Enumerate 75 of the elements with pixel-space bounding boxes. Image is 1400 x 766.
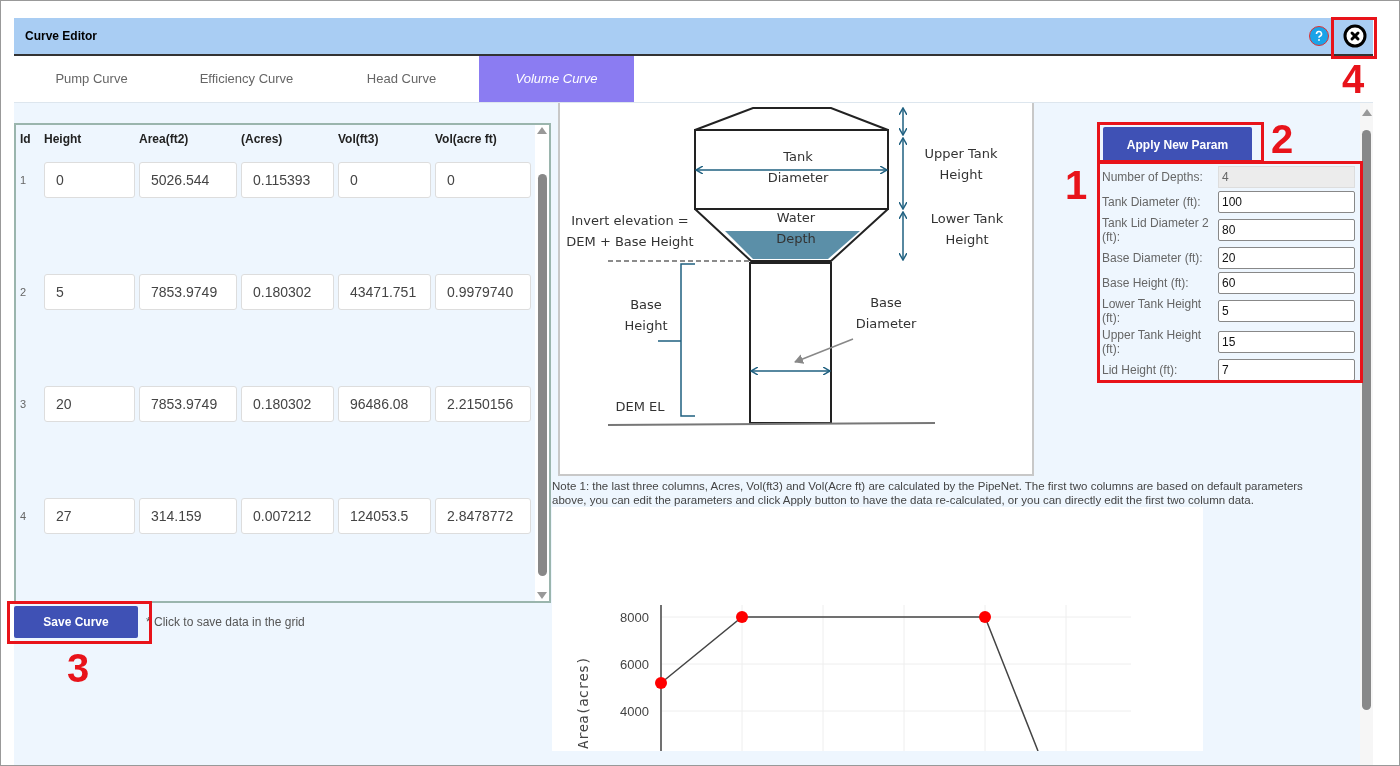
param-label: Tank Lid Diameter 2 (ft): [1102, 216, 1210, 244]
y-tick-label: 6000 [620, 657, 649, 672]
help-icon[interactable] [1309, 26, 1329, 46]
param-input[interactable]: 5 [1218, 300, 1355, 322]
cell-input[interactable]: 2.8478772 [435, 498, 531, 534]
param-label: Base Diameter (ft): [1102, 251, 1204, 265]
row-id: 1 [19, 173, 28, 188]
param-label: Tank Diameter (ft): [1102, 195, 1202, 209]
diagram-label: Base Height [624, 297, 668, 333]
param-input[interactable]: 60 [1218, 272, 1355, 294]
pointer-arrow [794, 338, 854, 364]
diagram-label: DEM EL [615, 399, 665, 414]
data-point [979, 611, 991, 623]
param-label: Lower Tank Height (ft): [1102, 297, 1203, 325]
annotation-number: 4 [1342, 57, 1365, 101]
diagram-label: Invert elevation = DEM + Base Height [566, 213, 694, 249]
data-point [655, 677, 667, 689]
scrollbar[interactable] [1360, 103, 1373, 765]
cell-input[interactable]: 314.159 [139, 498, 237, 534]
cell-input[interactable]: 0 [338, 162, 431, 198]
save-curve-button[interactable]: Save Curve [14, 606, 138, 638]
column-header: Area(ft2) [139, 131, 190, 148]
cell-input[interactable]: 124053.5 [338, 498, 431, 534]
param-label: Base Height (ft): [1102, 276, 1190, 290]
param-label: Lid Height (ft): [1102, 363, 1179, 377]
cell-input[interactable]: 7853.9749 [139, 386, 237, 422]
cell-input[interactable]: 27 [44, 498, 135, 534]
y-tick-label: 4000 [620, 704, 649, 719]
param-input[interactable]: 80 [1218, 219, 1355, 241]
row-id: 2 [19, 285, 28, 300]
cell-input[interactable]: 0 [435, 162, 531, 198]
cell-input[interactable]: 0.9979740 [435, 274, 531, 310]
data-point [736, 611, 748, 623]
note-text: Note 1: the last three columns, Acres, Vol(ft3) and Vol(Acre ft) are calculated by the PipeNet. The first two columns are based on default parameters above, you can edit the parameters and click Apply button to have the data re-calculated, or you can directly edit the first two column data. [552, 479, 1304, 507]
diagram-label: Water Depth [776, 210, 816, 246]
row-id: 3 [19, 397, 28, 412]
column-header: Id [19, 131, 32, 148]
cell-input[interactable]: 96486.08 [338, 386, 431, 422]
annotation-box [1331, 17, 1377, 59]
cell-input[interactable]: 5026.544 [139, 162, 237, 198]
param-input[interactable]: 20 [1218, 247, 1355, 269]
cell-input[interactable]: 0.180302 [241, 274, 334, 310]
column-header: Vol(ft3) [338, 131, 380, 148]
close-icon[interactable] [1343, 24, 1367, 48]
annotation-number: 3 [67, 646, 90, 690]
cell-input[interactable]: 0.115393 [241, 162, 334, 198]
annotation-number: 1 [1065, 163, 1088, 207]
param-label: Number of Depths: [1102, 170, 1204, 184]
param-input: 4 [1218, 166, 1355, 188]
cell-input[interactable]: 7853.9749 [139, 274, 237, 310]
cell-input[interactable]: 20 [44, 386, 135, 422]
column-header: Height [44, 131, 83, 148]
param-input[interactable]: 15 [1218, 331, 1355, 353]
diagram-label: Lower Tank Height [930, 211, 1004, 247]
cell-input[interactable]: 5 [44, 274, 135, 310]
cell-input[interactable]: 2.2150156 [435, 386, 531, 422]
column-header: (Acres) [241, 131, 284, 148]
window-title: Curve Editor [25, 28, 97, 45]
cell-input[interactable]: 0.007212 [241, 498, 334, 534]
diagram-label: Base Diameter [855, 295, 917, 331]
y-tick-label: 8000 [620, 610, 649, 625]
scrollbar[interactable] [535, 125, 549, 601]
cell-input[interactable]: 43471.751 [338, 274, 431, 310]
y-axis-title: Area(acres) [575, 656, 591, 749]
apply-param-button[interactable]: Apply New Param [1103, 127, 1252, 163]
diagram-label: Upper Tank Height [924, 146, 998, 182]
param-input[interactable]: 7 [1218, 359, 1355, 381]
param-label: Upper Tank Height (ft): [1102, 328, 1203, 356]
param-input[interactable]: 100 [1218, 191, 1355, 213]
diagram-label: Tank Diameter [767, 149, 829, 185]
annotation-number: 2 [1271, 117, 1294, 161]
cell-input[interactable]: 0.180302 [241, 386, 334, 422]
column-header: Vol(acre ft) [435, 131, 498, 148]
row-id: 4 [19, 509, 28, 524]
cell-input[interactable]: 0 [44, 162, 135, 198]
